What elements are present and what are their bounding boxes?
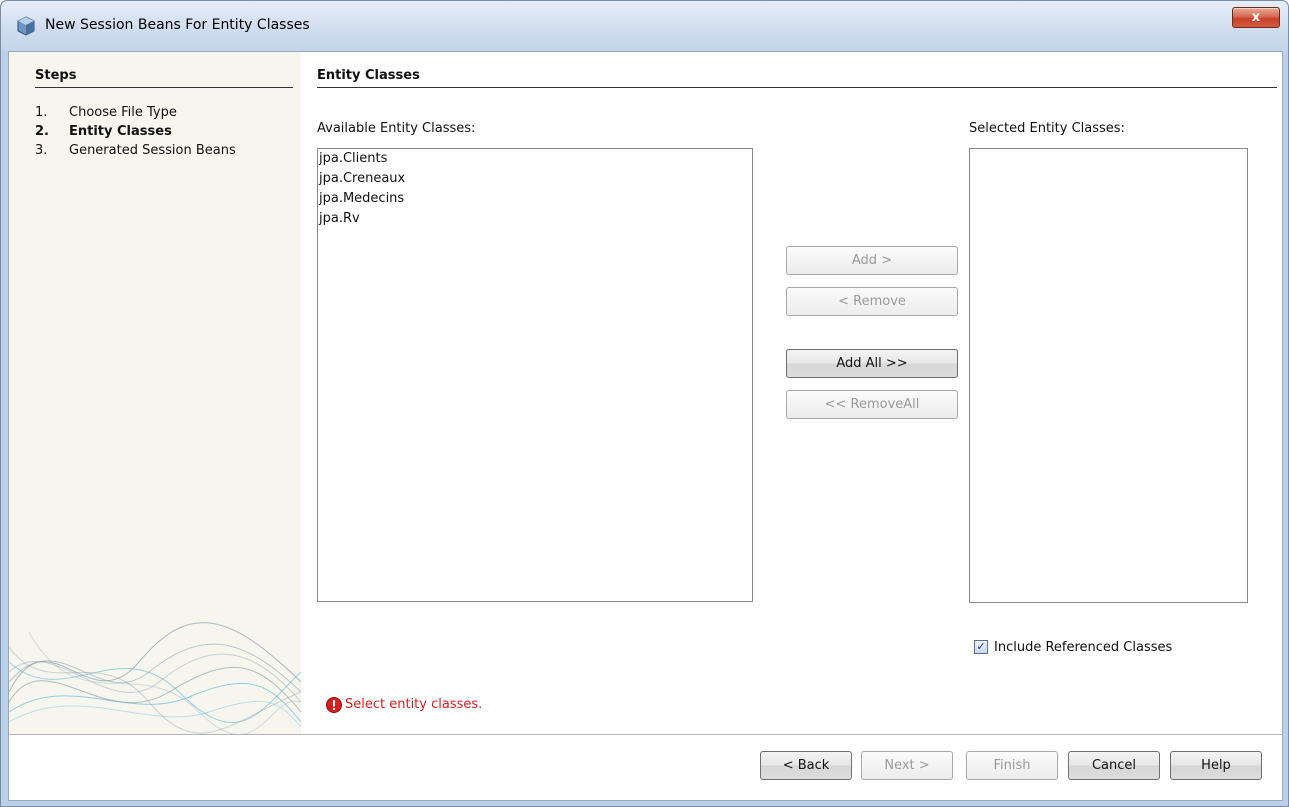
- title-bar[interactable]: New Session Beans For Entity Classes x: [1, 1, 1288, 51]
- dialog-content: Steps 1. Choose File Type 2. Entity Classe…: [8, 51, 1283, 801]
- step-label: Generated Session Beans: [69, 143, 236, 158]
- section-title: Entity Classes: [317, 68, 1277, 88]
- step-item: 3. Generated Session Beans: [35, 143, 236, 162]
- checkmark-icon: ✓: [976, 640, 986, 653]
- step-item: 1. Choose File Type: [35, 105, 236, 124]
- selected-classes-label: Selected Entity Classes:: [969, 121, 1125, 136]
- error-icon: [326, 697, 342, 713]
- steps-panel: Steps 1. Choose File Type 2. Entity Classe…: [9, 52, 301, 734]
- step-number: 3.: [35, 143, 48, 158]
- remove-button[interactable]: < Remove: [786, 287, 958, 316]
- cancel-button[interactable]: Cancel: [1068, 751, 1160, 780]
- step-number: 2.: [35, 124, 49, 139]
- decorative-waves-graphic: [9, 622, 301, 734]
- selected-classes-list[interactable]: [969, 148, 1248, 603]
- help-button[interactable]: Help: [1170, 751, 1262, 780]
- include-referenced-label[interactable]: Include Referenced Classes: [994, 640, 1172, 655]
- available-classes-label: Available Entity Classes:: [317, 121, 476, 136]
- list-item[interactable]: jpa.Medecins: [318, 189, 752, 209]
- step-label: Entity Classes: [69, 124, 172, 139]
- finish-button[interactable]: Finish: [966, 751, 1058, 780]
- remove-all-button[interactable]: << RemoveAll: [786, 390, 958, 419]
- close-button[interactable]: x: [1232, 7, 1280, 28]
- list-item[interactable]: jpa.Rv: [318, 209, 752, 229]
- dialog-window: New Session Beans For Entity Classes x S…: [0, 0, 1289, 807]
- next-button[interactable]: Next >: [861, 751, 953, 780]
- steps-heading: Steps: [35, 68, 293, 88]
- list-item[interactable]: jpa.Creneaux: [318, 169, 752, 189]
- netbeans-cube-icon: [17, 16, 35, 36]
- list-item[interactable]: jpa.Clients: [318, 149, 752, 169]
- error-message: Select entity classes.: [345, 697, 483, 712]
- add-all-button[interactable]: Add All >>: [786, 349, 958, 378]
- steps-list: 1. Choose File Type 2. Entity Classes 3. Ge…: [35, 105, 236, 162]
- window-title: New Session Beans For Entity Classes: [45, 17, 310, 33]
- button-bar: < Back Next > Finish Cancel Help: [9, 734, 1282, 800]
- close-icon: x: [1251, 10, 1261, 25]
- main-panel: Entity Classes Available Entity Classes:…: [301, 52, 1282, 734]
- available-classes-list[interactable]: jpa.Clients jpa.Creneaux jpa.Medecins jp…: [317, 148, 753, 602]
- step-label: Choose File Type: [69, 105, 177, 120]
- step-item-current: 2. Entity Classes: [35, 124, 236, 143]
- add-button[interactable]: Add >: [786, 246, 958, 275]
- include-referenced-checkbox[interactable]: ✓: [974, 640, 988, 654]
- step-number: 1.: [35, 105, 48, 120]
- back-button[interactable]: < Back: [760, 751, 852, 780]
